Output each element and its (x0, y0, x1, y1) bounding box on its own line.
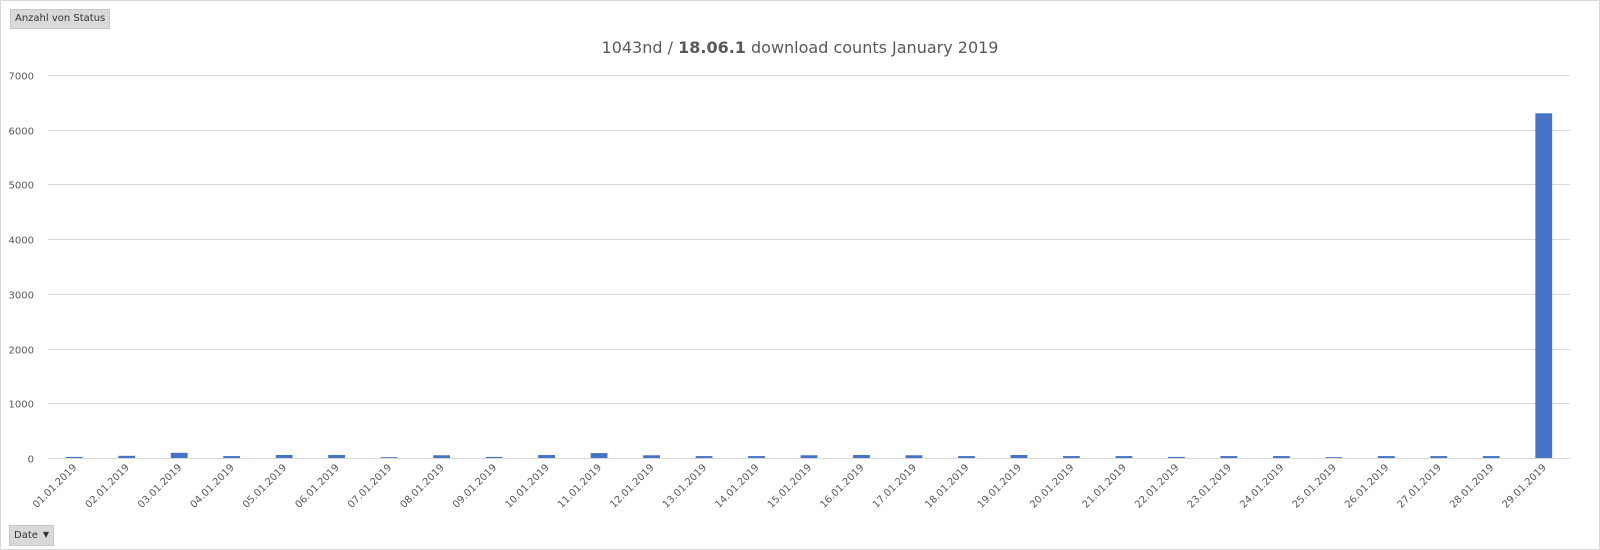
x-tick-label: 08.01.2019 (398, 462, 446, 510)
x-tick-label: 05.01.2019 (241, 462, 289, 510)
x-tick-label: 29.01.2019 (1501, 462, 1549, 510)
bar[interactable] (485, 456, 503, 458)
bar[interactable] (1377, 456, 1395, 458)
bar[interactable] (1482, 456, 1500, 458)
bar[interactable] (380, 457, 398, 458)
y-tick-label: 0 (28, 455, 34, 466)
bar[interactable] (1115, 456, 1133, 458)
bar[interactable] (275, 454, 293, 458)
x-tick-label: 17.01.2019 (871, 462, 919, 510)
bar[interactable] (328, 454, 346, 458)
bar[interactable] (170, 452, 188, 458)
y-tick-label: 7000 (9, 72, 34, 83)
x-tick-label: 18.01.2019 (923, 462, 971, 510)
bar[interactable] (538, 454, 555, 458)
x-tick-label: 21.01.2019 (1081, 462, 1129, 510)
x-tick-label: 20.01.2019 (1028, 462, 1076, 510)
x-tick-label: 24.01.2019 (1238, 462, 1286, 510)
bar[interactable] (800, 455, 818, 458)
bar[interactable] (1167, 456, 1185, 458)
x-tick-label: 11.01.2019 (556, 462, 604, 510)
x-tick-label: 01.01.2019 (31, 462, 79, 510)
bar[interactable] (1535, 113, 1553, 459)
y-tick-label: 6000 (9, 127, 34, 138)
y-tick-label: 5000 (9, 181, 34, 192)
bar[interactable] (958, 456, 975, 458)
bar[interactable] (433, 455, 451, 458)
x-tick-label: 14.01.2019 (713, 462, 761, 510)
x-tick-label: 25.01.2019 (1291, 462, 1339, 510)
y-tick-label: 1000 (9, 400, 34, 411)
axis-field-label: Date (14, 530, 38, 541)
y-tick-label: 3000 (9, 291, 34, 302)
x-tick-label: 10.01.2019 (503, 462, 551, 510)
x-tick-label: 04.01.2019 (189, 462, 237, 510)
x-tick-label: 27.01.2019 (1396, 462, 1444, 510)
bar[interactable] (590, 453, 608, 458)
bar[interactable] (1325, 457, 1343, 458)
bar[interactable] (748, 456, 765, 458)
bar[interactable] (118, 455, 136, 458)
x-tick-label: 09.01.2019 (451, 462, 499, 510)
bar[interactable] (223, 456, 241, 458)
x-tick-label: 22.01.2019 (1133, 462, 1181, 510)
x-tick-label: 26.01.2019 (1343, 462, 1391, 510)
bar-chart: 1043nd / 18.06.1 download counts January… (9, 38, 1570, 511)
x-tick-label: 28.01.2019 (1448, 462, 1496, 510)
axis-field-button[interactable]: Date ▼ (9, 525, 55, 546)
y-tick-label: 4000 (9, 236, 34, 247)
chart-title-part-3: download counts January 2019 (746, 38, 999, 57)
bar[interactable] (1010, 454, 1028, 458)
x-tick-label: 13.01.2019 (661, 462, 709, 510)
x-tick-label: 19.01.2019 (976, 462, 1024, 510)
x-axis: 01.01.2019 02.01.2019 03.01.2019 04.01.2019… (31, 462, 1549, 510)
bar[interactable] (853, 454, 870, 458)
x-tick-label: 06.01.2019 (294, 462, 342, 510)
bar[interactable] (1220, 456, 1238, 458)
x-tick-label: 16.01.2019 (818, 462, 866, 510)
y-axis: 0 1000 2000 3000 4000 5000 6000 7000 (9, 72, 34, 466)
x-tick-label: 02.01.2019 (84, 462, 132, 510)
dropdown-arrow-icon: ▼ (42, 530, 50, 539)
bar[interactable] (1430, 456, 1448, 458)
y-tick-label: 2000 (9, 346, 34, 357)
chart-title: 1043nd / 18.06.1 download counts January… (602, 38, 999, 57)
chart-title-part-1: 1043nd / (602, 38, 679, 57)
chart-title-part-2: 18.06.1 (678, 38, 746, 57)
x-tick-label: 12.01.2019 (608, 462, 656, 510)
bar[interactable] (643, 455, 660, 458)
x-tick-label: 23.01.2019 (1186, 462, 1234, 510)
x-tick-label: 07.01.2019 (346, 462, 394, 510)
bar[interactable] (695, 456, 713, 458)
x-tick-label: 15.01.2019 (766, 462, 814, 510)
bar[interactable] (1272, 456, 1290, 458)
bar[interactable] (905, 455, 923, 458)
gridlines (48, 75, 1570, 459)
bar[interactable] (65, 456, 83, 458)
bars (65, 113, 1553, 459)
x-tick-label: 03.01.2019 (136, 462, 184, 510)
bar[interactable] (1063, 456, 1080, 458)
